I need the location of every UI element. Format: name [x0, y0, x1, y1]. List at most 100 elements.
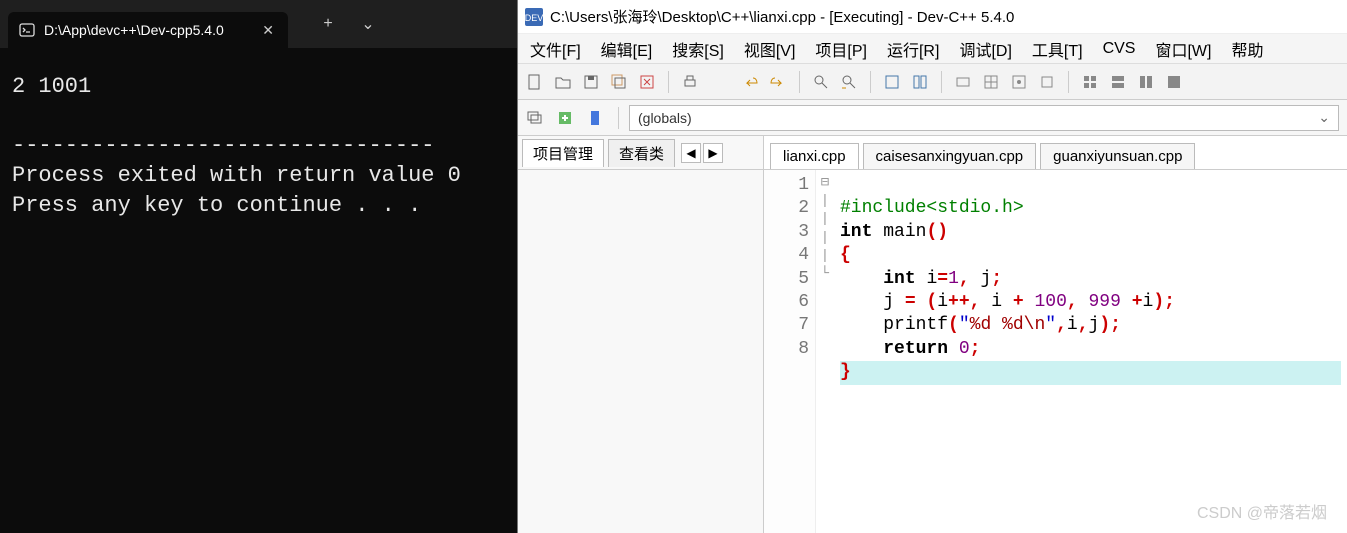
menu-run[interactable]: 运行[R]	[879, 35, 947, 63]
file-tabs: lianxi.cpp caisesanxingyuan.cpp guanxiyu…	[764, 136, 1347, 170]
side-panel-tabs: 项目管理 查看类 ◀ ▶	[518, 136, 763, 170]
fold-gutter: ⊟ | | | | └	[816, 170, 834, 533]
editor-area: lianxi.cpp caisesanxingyuan.cpp guanxiyu…	[764, 136, 1347, 533]
terminal-tabbar: D:\App\devc++\Dev-cpp5.4.0 ✕ + ⌄	[0, 0, 517, 48]
code-line: int main()	[840, 222, 948, 242]
side-tab-nav: ◀ ▶	[681, 143, 723, 163]
code-line: j = (i++, i + 100, 999 +i);	[840, 292, 1175, 312]
save-all-icon[interactable]	[606, 69, 632, 95]
code-line: return 0;	[840, 339, 980, 359]
line-number: 4	[764, 244, 809, 267]
grid1-icon[interactable]	[1077, 69, 1103, 95]
stop-icon[interactable]	[1034, 69, 1060, 95]
close-icon[interactable]: ✕	[258, 20, 278, 41]
code-line: int i=1, j;	[840, 269, 1002, 289]
menu-tools[interactable]: 工具[T]	[1024, 35, 1091, 63]
scope-combo-value: (globals)	[638, 110, 692, 126]
close-file-icon[interactable]	[634, 69, 660, 95]
devcpp-icon: DEV	[524, 7, 544, 27]
devcpp-split: 项目管理 查看类 ◀ ▶ lianxi.cpp caisesanxingyuan…	[518, 136, 1347, 533]
fold-marker: |	[816, 229, 834, 247]
devcpp-toolbar-2: (globals) ⌄	[518, 100, 1347, 136]
fold-marker: |	[816, 192, 834, 210]
line-number: 2	[764, 197, 809, 220]
grid3-icon[interactable]	[1133, 69, 1159, 95]
menu-debug[interactable]: 调试[D]	[951, 35, 1019, 63]
tab-dropdown-button[interactable]: ⌄	[348, 7, 388, 41]
side-tab-classes[interactable]: 查看类	[608, 139, 675, 167]
terminal-tab-title: D:\App\devc++\Dev-cpp5.4.0	[44, 22, 250, 38]
toolbar-separator	[870, 71, 871, 93]
line-number: 5	[764, 268, 809, 291]
fold-marker: |	[816, 247, 834, 265]
devcpp-menubar: 文件[F] 编辑[E] 搜索[S] 视图[V] 项目[P] 运行[R] 调试[D…	[518, 34, 1347, 64]
window-list-icon[interactable]	[522, 105, 548, 131]
devcpp-titlebar: DEV C:\Users\张海玲\Desktop\C++\lianxi.cpp …	[518, 0, 1347, 34]
toolbar-separator	[618, 107, 619, 129]
debug-icon[interactable]	[1006, 69, 1032, 95]
svg-text:DEV: DEV	[525, 13, 543, 23]
code-editor[interactable]: 1 2 3 4 5 6 7 8 ⊟ | | | | └	[764, 170, 1347, 533]
code-line: #include<stdio.h>	[840, 198, 1024, 218]
code-line: printf("%d %d\n",i,j);	[840, 315, 1121, 335]
line-number: 3	[764, 221, 809, 244]
side-nav-prev[interactable]: ◀	[681, 143, 701, 163]
replace-icon[interactable]	[836, 69, 862, 95]
devcpp-window: DEV C:\Users\张海玲\Desktop\C++\lianxi.cpp …	[517, 0, 1347, 533]
new-file-icon[interactable]	[522, 69, 548, 95]
terminal-icon	[18, 21, 36, 39]
file-tab-lianxi[interactable]: lianxi.cpp	[770, 143, 859, 169]
add-icon[interactable]	[552, 105, 578, 131]
code-line-current: }	[840, 361, 1341, 384]
file-tab-guanxi[interactable]: guanxiyunsuan.cpp	[1040, 143, 1195, 169]
toolbar-separator	[799, 71, 800, 93]
side-nav-next[interactable]: ▶	[703, 143, 723, 163]
side-panel: 项目管理 查看类 ◀ ▶	[518, 136, 764, 533]
code-line: {	[840, 245, 851, 265]
code-content[interactable]: #include<stdio.h> int main() { int i=1, …	[834, 170, 1347, 533]
new-tab-button[interactable]: +	[308, 7, 348, 41]
toolbar-separator	[1068, 71, 1069, 93]
fold-marker: |	[816, 210, 834, 228]
toolbar-separator	[941, 71, 942, 93]
devcpp-toolbar	[518, 64, 1347, 100]
terminal-tab[interactable]: D:\App\devc++\Dev-cpp5.4.0 ✕	[8, 12, 288, 48]
bookmark-icon[interactable]	[582, 105, 608, 131]
terminal-tab-actions: + ⌄	[308, 7, 388, 41]
save-icon[interactable]	[578, 69, 604, 95]
terminal-output: 2 1001 -------------------------------- …	[0, 48, 517, 533]
menu-cvs[interactable]: CVS	[1095, 38, 1144, 60]
line-number: 8	[764, 338, 809, 361]
scope-combo[interactable]: (globals) ⌄	[629, 105, 1339, 131]
menu-view[interactable]: 视图[V]	[736, 35, 804, 63]
compile-run-icon[interactable]	[950, 69, 976, 95]
find-icon[interactable]	[808, 69, 834, 95]
undo-icon[interactable]	[737, 69, 763, 95]
redo-icon[interactable]	[765, 69, 791, 95]
line-number-gutter: 1 2 3 4 5 6 7 8	[764, 170, 816, 533]
terminal-window: D:\App\devc++\Dev-cpp5.4.0 ✕ + ⌄ 2 1001 …	[0, 0, 517, 533]
fold-marker: └	[816, 265, 834, 283]
file-tab-caisesan[interactable]: caisesanxingyuan.cpp	[863, 143, 1037, 169]
menu-window[interactable]: 窗口[W]	[1147, 35, 1219, 63]
line-number: 1	[764, 174, 809, 197]
chevron-down-icon: ⌄	[1318, 109, 1330, 126]
grid4-icon[interactable]	[1161, 69, 1187, 95]
menu-project[interactable]: 项目[P]	[807, 35, 875, 63]
print-icon[interactable]	[677, 69, 703, 95]
line-number: 6	[764, 291, 809, 314]
menu-help[interactable]: 帮助	[1223, 35, 1271, 63]
side-tab-project[interactable]: 项目管理	[522, 139, 604, 167]
line-number: 7	[764, 314, 809, 337]
rebuild-icon[interactable]	[978, 69, 1004, 95]
grid2-icon[interactable]	[1105, 69, 1131, 95]
devcpp-title: C:\Users\张海玲\Desktop\C++\lianxi.cpp - [E…	[550, 6, 1014, 27]
run-icon[interactable]	[907, 69, 933, 95]
menu-search[interactable]: 搜索[S]	[664, 35, 732, 63]
compile-icon[interactable]	[879, 69, 905, 95]
open-file-icon[interactable]	[550, 69, 576, 95]
toolbar-separator	[668, 71, 669, 93]
menu-file[interactable]: 文件[F]	[522, 35, 589, 63]
menu-edit[interactable]: 编辑[E]	[593, 35, 661, 63]
fold-marker[interactable]: ⊟	[816, 174, 834, 192]
